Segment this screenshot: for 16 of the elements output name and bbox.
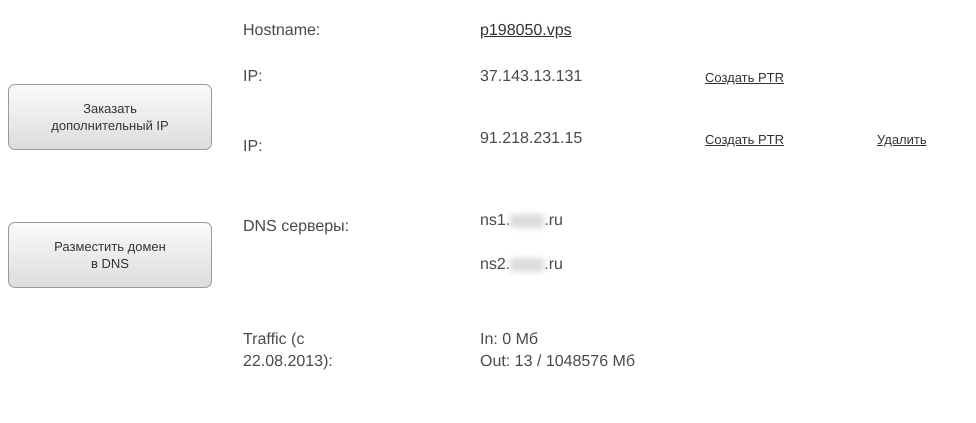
ip-address: 91.218.231.15 xyxy=(480,129,584,149)
order-ip-button[interactable]: Заказать дополнительный IP xyxy=(8,84,212,150)
field-label: IP: xyxy=(243,137,264,157)
dns-domain-button[interactable]: Разместить домен в DNS xyxy=(8,222,212,288)
action-link[interactable]: Удалить xyxy=(877,132,927,147)
action-link[interactable]: Создать PTR xyxy=(705,132,784,147)
hostname-link[interactable]: p198050.vps xyxy=(480,22,572,39)
traffic-value: In: 0 Мб Out: 13 / 1048576 Мб xyxy=(480,330,636,372)
field-label: DNS серверы: xyxy=(243,217,350,237)
ip-address: 37.143.13.131 xyxy=(480,67,584,87)
dns-server: ns2. .ru xyxy=(480,255,564,275)
dns-server: ns1. .ru xyxy=(480,211,564,231)
field-label: Hostname: xyxy=(243,21,322,41)
action-link[interactable]: Создать PTR xyxy=(705,70,784,85)
field-label: Traffic (с 22.08.2013): xyxy=(243,330,334,372)
field-label: IP: xyxy=(243,67,264,87)
